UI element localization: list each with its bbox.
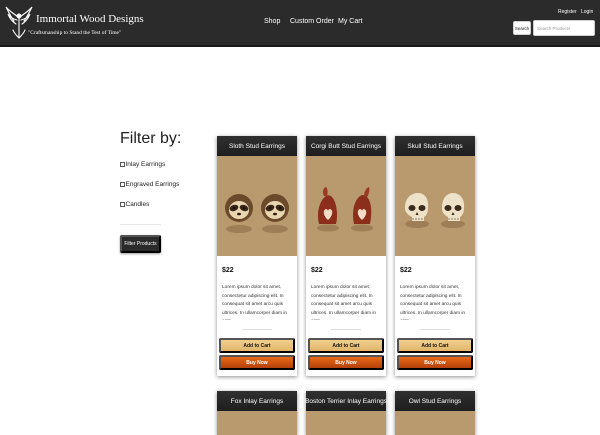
checkbox[interactable] (120, 162, 125, 167)
filter-option-candles[interactable]: Candles (120, 201, 149, 208)
corgi-earrings-image[interactable] (306, 156, 386, 256)
product-description: Lorem ipsum dolor sit amet, consectetur … (400, 285, 466, 320)
product-card-corgi: Corgi Butt Stud Earrings $22 Lorem ipsum… (306, 136, 386, 376)
product-description: Lorem ipsum dolor sit amet, consectetur … (311, 285, 377, 320)
checkbox[interactable] (120, 182, 125, 187)
brand-tagline: "Craftsmanship to Stand the Test of Time… (28, 30, 122, 36)
add-to-cart-button[interactable]: Add to Cart (308, 338, 384, 353)
filter-products-button[interactable]: Filter Products (120, 235, 161, 253)
buy-now-button[interactable]: Buy Now (219, 355, 295, 370)
product-title[interactable]: Sloth Stud Earrings (217, 136, 297, 156)
add-to-cart-button[interactable]: Add to Cart (219, 338, 295, 353)
product-title[interactable]: Fox Inlay Earrings (217, 391, 297, 411)
buy-now-button[interactable]: Buy Now (308, 355, 384, 370)
filter-option-inlay-earrings[interactable]: Inlay Earrings (120, 161, 165, 168)
owl-earrings-image[interactable] (395, 411, 475, 435)
search-input[interactable] (533, 20, 595, 36)
product-card-skull: Skull Stud Earrings $22 Lorem ipsum dolo… (395, 136, 475, 376)
boston-terrier-earrings-image[interactable] (306, 411, 386, 435)
card-divider (420, 329, 450, 330)
register-link[interactable]: Register (558, 9, 577, 15)
filter-option-label: Inlay Earrings (125, 161, 166, 168)
filter-option-label: Candles (125, 201, 150, 208)
sloth-earrings-image[interactable] (217, 156, 297, 256)
product-description: Lorem ipsum dolor sit amet, consectetur … (222, 285, 288, 320)
phoenix-logo-icon[interactable] (4, 4, 34, 42)
product-price: $22 (311, 267, 323, 274)
add-to-cart-button[interactable]: Add to Cart (397, 338, 473, 353)
login-link[interactable]: Login (581, 9, 593, 15)
product-card-fox: Fox Inlay Earrings (217, 391, 297, 435)
skull-earrings-image[interactable] (395, 156, 475, 256)
fox-earrings-image[interactable] (217, 411, 297, 435)
nav-custom-order-link[interactable]: Custom Order (290, 18, 334, 25)
product-title[interactable]: Owl Stud Earrings (395, 391, 475, 411)
product-title[interactable]: Skull Stud Earrings (395, 136, 475, 156)
filter-option-label: Engraved Earrings (125, 181, 180, 188)
product-card-boston-terrier: Boston Terrier Inlay Earrings (305, 391, 387, 435)
product-card-owl: Owl Stud Earrings (395, 391, 475, 435)
product-card-sloth: Sloth Stud Earrings $22 Lorem ipsum dolo… (217, 136, 297, 376)
filter-option-engraved-earrings[interactable]: Engraved Earrings (120, 181, 179, 188)
nav-my-cart-link[interactable]: My Cart (338, 18, 363, 25)
search-button[interactable]: Search (513, 21, 531, 35)
brand-name[interactable]: Immortal Wood Designs (36, 13, 144, 25)
product-title[interactable]: Corgi Butt Stud Earrings (306, 136, 386, 156)
card-divider (331, 329, 361, 330)
filter-divider (120, 224, 161, 225)
filter-heading: Filter by: (120, 130, 182, 147)
navbar: Immortal Wood Designs "Craftsmanship to … (0, 0, 600, 47)
card-divider (242, 329, 272, 330)
product-price: $22 (400, 267, 412, 274)
nav-shop-link[interactable]: Shop (264, 18, 280, 25)
product-title[interactable]: Boston Terrier Inlay Earrings (305, 391, 387, 411)
checkbox[interactable] (120, 202, 125, 207)
product-price: $22 (222, 267, 234, 274)
buy-now-button[interactable]: Buy Now (397, 355, 473, 370)
